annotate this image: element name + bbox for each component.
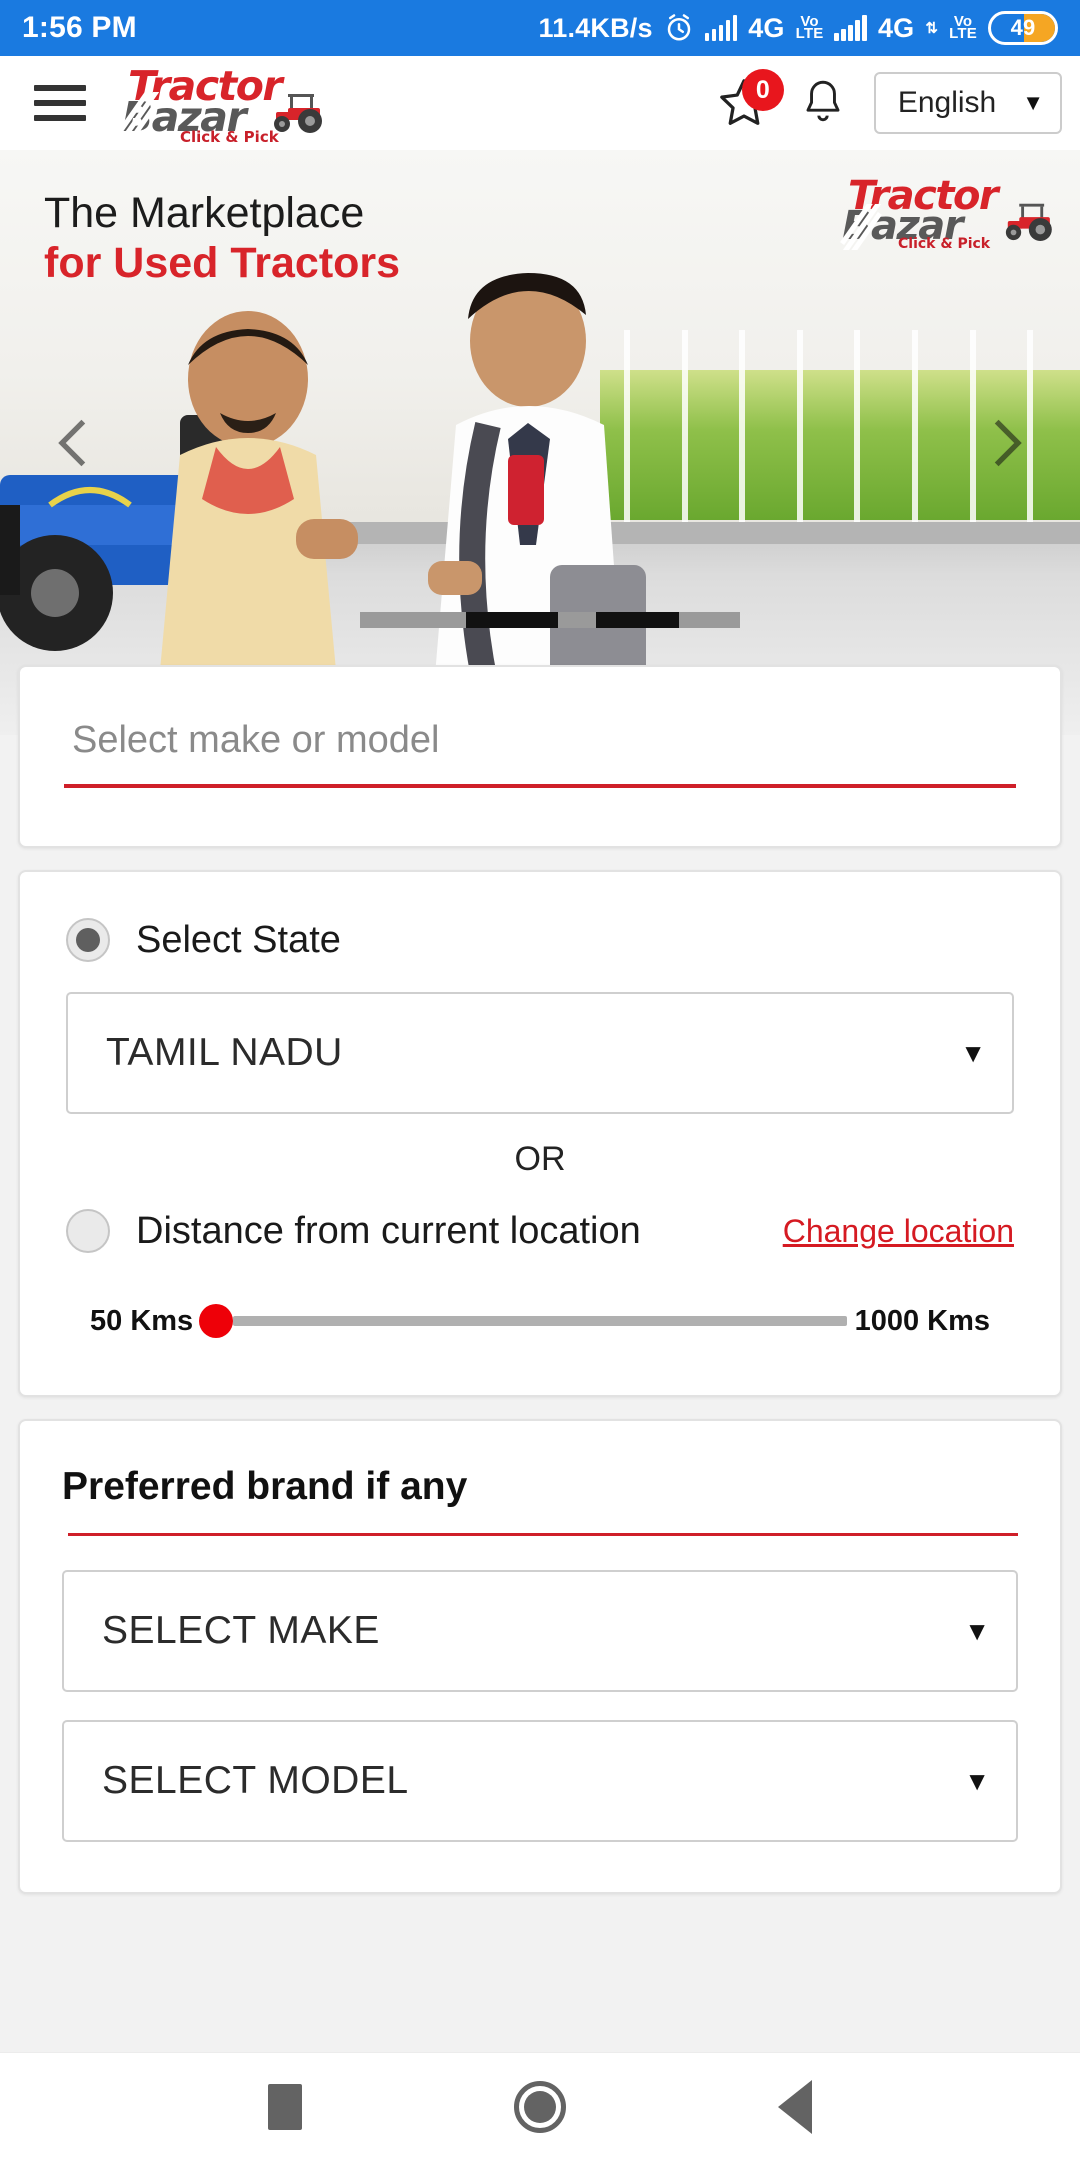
model-dropdown[interactable]: SELECT MODEL ▼ — [62, 1720, 1018, 1842]
favorites-badge: 0 — [741, 69, 784, 111]
app-root: 1:56 PM 11.4KB/s 4G Vo LTE 4G ⇅ Vo LTE 4… — [0, 0, 1080, 2160]
app-header: Tractor Bazar Click & Pick 0 English ▼ — [0, 56, 1080, 150]
preferred-brand-card: Preferred brand if any SELECT MAKE ▼ SEL… — [18, 1419, 1062, 1894]
notifications-button[interactable] — [798, 74, 848, 133]
chevron-left-icon — [58, 419, 86, 466]
square-recents-icon[interactable] — [268, 2083, 302, 2130]
hero-tractor-logo-icon — [990, 198, 1060, 247]
slider-max-label: 1000 Kms — [854, 1304, 990, 1337]
distance-slider[interactable]: 50 Kms 1000 Kms — [66, 1301, 1014, 1341]
status-indicators: 11.4KB/s 4G Vo LTE 4G ⇅ Vo LTE 49 — [539, 11, 1058, 45]
carousel-prev-button[interactable] — [42, 411, 106, 475]
sim2-network-type: 4G — [877, 12, 915, 43]
make-dropdown[interactable]: SELECT MAKE ▼ — [62, 1570, 1018, 1692]
distance-radio[interactable] — [66, 1209, 110, 1253]
signal-bars-sim2 — [834, 15, 867, 41]
app-logo[interactable]: Tractor Bazar Click & Pick — [114, 66, 324, 146]
sim2-volte-icon: Vo LTE — [949, 13, 977, 42]
select-state-label: Select State — [136, 918, 341, 961]
carousel-next-button[interactable] — [974, 411, 1038, 475]
hero-logo-tagline: Click & Pick — [898, 236, 991, 252]
title-underline — [68, 1533, 1018, 1536]
logo-slash-icon — [118, 92, 164, 138]
alarm-clock-icon — [664, 13, 694, 43]
slider-track-wrap[interactable] — [193, 1301, 854, 1341]
slider-min-label: 50 Kms — [90, 1304, 194, 1337]
search-card — [18, 665, 1062, 848]
slider-track[interactable] — [233, 1316, 847, 1326]
language-label: English — [897, 86, 997, 119]
search-input[interactable] — [64, 719, 1016, 788]
select-state-option[interactable]: Select State — [66, 918, 1014, 962]
header-actions: 0 English ▼ — [716, 69, 1062, 134]
distance-option-row: Distance from current location Change lo… — [66, 1209, 1014, 1253]
battery-percent: 49 — [1010, 15, 1036, 40]
chevron-down-icon: ▼ — [960, 1037, 986, 1068]
slider-thumb[interactable] — [199, 1304, 234, 1338]
chevron-right-icon — [994, 419, 1022, 466]
hero-headline: The Marketplace for Used Tractors — [44, 188, 400, 288]
status-bar: 1:56 PM 11.4KB/s 4G Vo LTE 4G ⇅ Vo LTE 4… — [0, 0, 1080, 56]
distance-option[interactable]: Distance from current location — [66, 1209, 641, 1253]
preferred-brand-title: Preferred brand if any — [62, 1465, 468, 1508]
bell-icon — [806, 80, 840, 121]
sim1-volte-icon: Vo LTE — [795, 13, 824, 42]
hero-line-1: The Marketplace — [44, 189, 365, 237]
status-time: 1:56 PM — [22, 11, 137, 44]
chevron-down-icon: ▼ — [964, 1615, 990, 1646]
state-dropdown-value: TAMIL NADU — [106, 1031, 343, 1074]
change-location-link[interactable]: Change location — [783, 1213, 1014, 1250]
location-card: Select State TAMIL NADU ▼ OR Distance fr… — [18, 870, 1062, 1397]
triangle-back-icon[interactable] — [778, 2079, 812, 2134]
chevron-down-icon: ▼ — [1022, 90, 1044, 115]
sim1-network-type: 4G — [748, 12, 785, 43]
signal-bars-sim1 — [704, 15, 738, 41]
page-body: The Marketplace for Used Tractors Tracto… — [0, 150, 1080, 2052]
hero-scroll-indicator[interactable] — [360, 612, 740, 628]
hero-logo: Tractor Bazar Click & Pick — [836, 176, 1054, 252]
favorites-button[interactable]: 0 — [716, 69, 784, 131]
distance-label: Distance from current location — [136, 1209, 641, 1252]
circle-home-icon[interactable] — [514, 2080, 566, 2133]
hamburger-menu-icon[interactable] — [34, 85, 86, 121]
make-dropdown-value: SELECT MAKE — [102, 1609, 380, 1652]
tractor-icon — [258, 88, 330, 139]
network-speed: 11.4KB/s — [538, 12, 653, 43]
battery-icon: 49 — [988, 11, 1058, 45]
data-transfer-icon: ⇅ — [925, 20, 939, 37]
hero-line-2: for Used Tractors — [44, 239, 401, 287]
or-divider-label: OR — [514, 1140, 566, 1178]
language-selector[interactable]: English ▼ — [873, 72, 1062, 134]
model-dropdown-value: SELECT MODEL — [102, 1759, 409, 1802]
hero-logo-slash-icon — [840, 204, 886, 250]
select-state-radio[interactable] — [66, 918, 110, 962]
chevron-down-icon: ▼ — [964, 1765, 990, 1796]
hero-carousel: The Marketplace for Used Tractors Tracto… — [0, 150, 1080, 735]
android-nav-bar — [0, 2052, 1080, 2160]
state-dropdown[interactable]: TAMIL NADU ▼ — [66, 992, 1014, 1114]
